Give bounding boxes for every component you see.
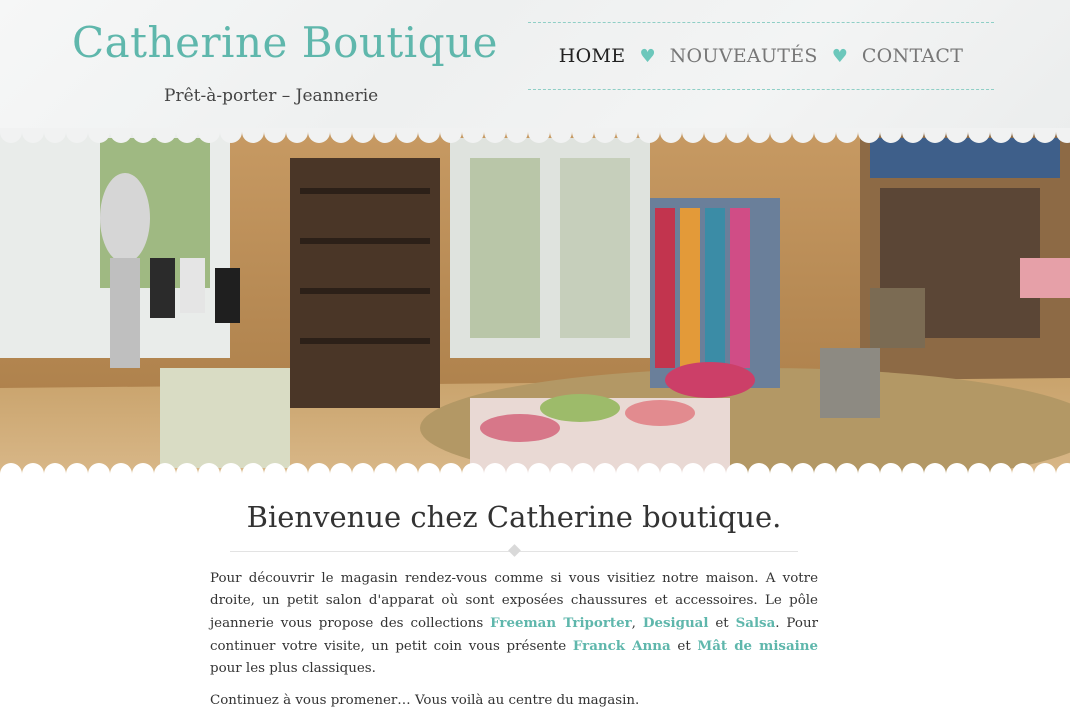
boutique-photo-illustration <box>0 128 1070 478</box>
hero-photo <box>0 128 1070 478</box>
nav-home-link[interactable]: HOME <box>559 45 626 67</box>
main-content: Bienvenue chez Catherine boutique. Pour … <box>210 500 818 722</box>
second-paragraph: Continuez à vous promener… Vous voilà au… <box>210 693 640 708</box>
nav-nouveautes-link[interactable]: NOUVEAUTÉS <box>670 45 818 67</box>
diamond-icon <box>508 544 521 557</box>
intro-paragraph: Pour découvrir le magasin rendez-vous co… <box>210 571 818 676</box>
link-desigual[interactable]: Desigual <box>643 615 709 631</box>
link-freeman-triporter[interactable]: Freeman Triporter <box>490 615 632 631</box>
brand-title[interactable]: Catherine Boutique <box>72 18 498 67</box>
main-nav: HOME ♥ NOUVEAUTÉS ♥ CONTACT <box>528 22 994 90</box>
link-salsa[interactable]: Salsa <box>736 615 776 631</box>
scallop-bottom-edge <box>0 463 1070 478</box>
nav-contact-link[interactable]: CONTACT <box>862 45 963 67</box>
heart-icon: ♥ <box>639 45 656 67</box>
heart-icon: ♥ <box>831 45 848 67</box>
welcome-heading: Bienvenue chez Catherine boutique. <box>246 500 782 534</box>
site-header: Catherine Boutique Prêt-à-porter – Jeann… <box>0 0 1070 135</box>
brand-subtitle: Prêt-à-porter – Jeannerie <box>164 86 379 106</box>
scallop-top-edge <box>0 128 1070 143</box>
section-divider <box>210 542 818 562</box>
link-mat-de-misaine[interactable]: Mât de misaine <box>697 638 818 654</box>
link-franck-anna[interactable]: Franck Anna <box>573 638 671 654</box>
